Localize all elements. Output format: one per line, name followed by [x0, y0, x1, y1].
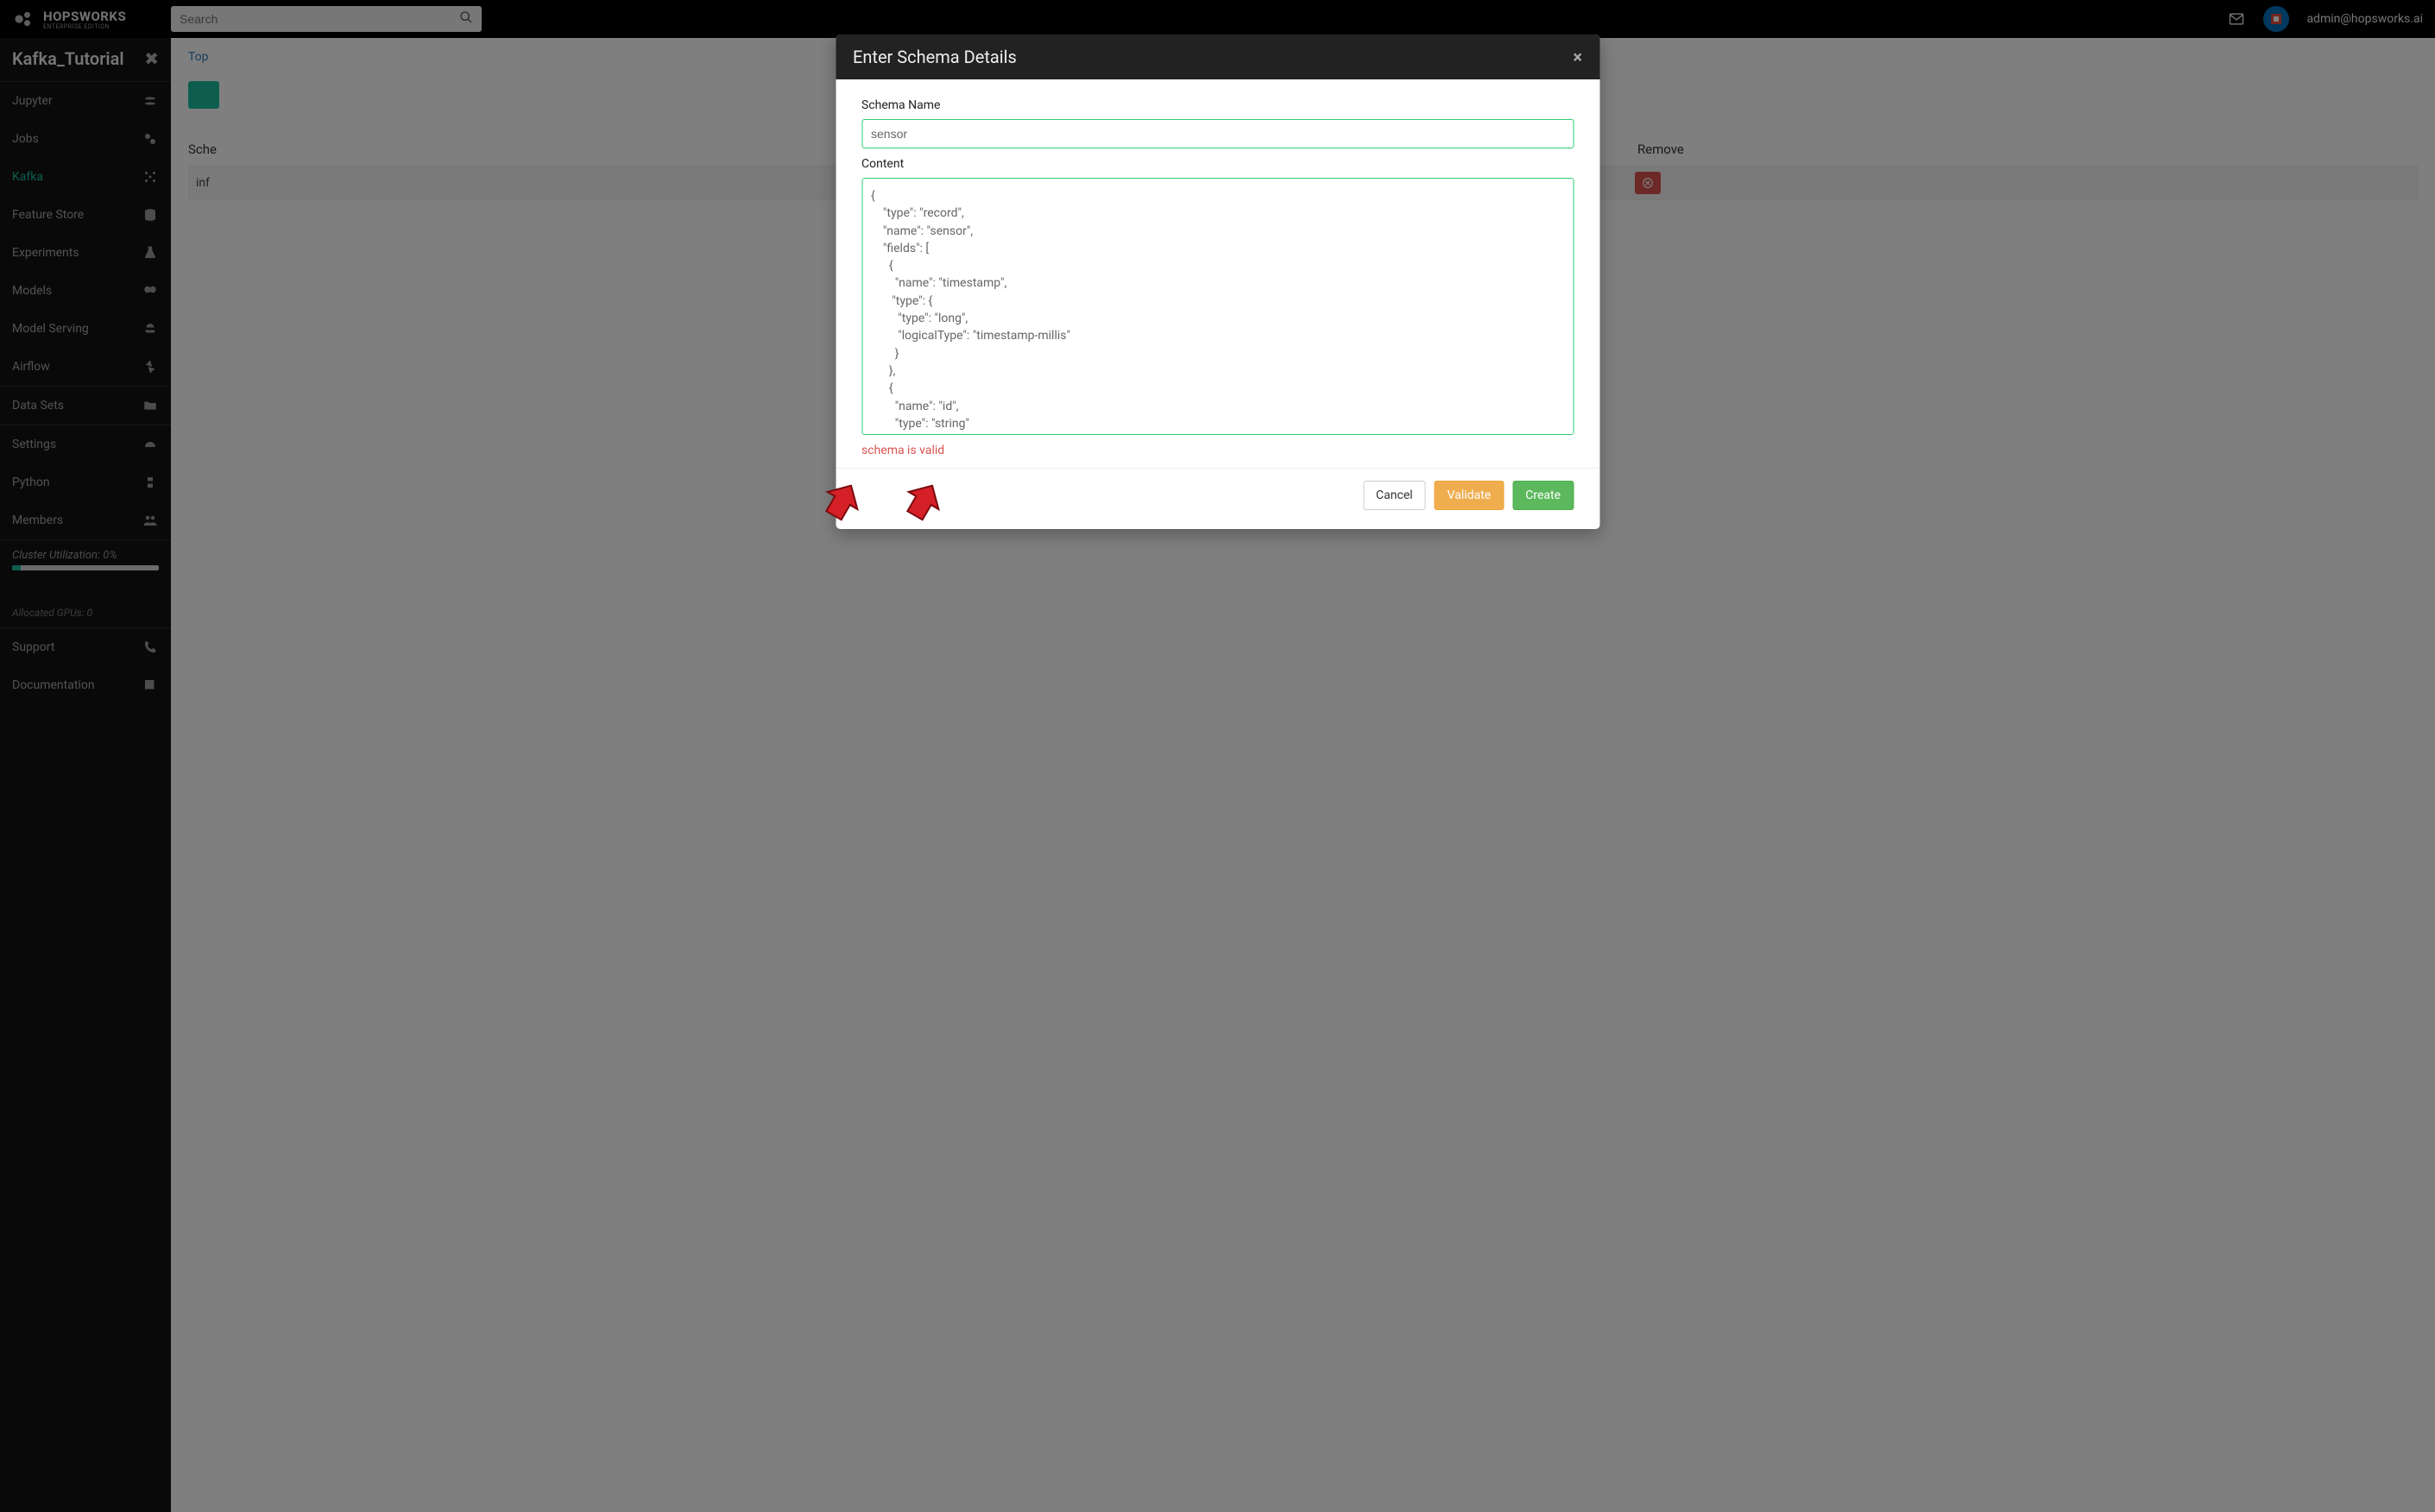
create-button-label: Create	[1525, 488, 1561, 502]
modal-body: Schema Name Content schema is valid	[836, 79, 1599, 468]
close-icon[interactable]: ×	[1573, 47, 1582, 67]
validate-button[interactable]: Validate	[1435, 481, 1505, 510]
schema-name-label: Schema Name	[861, 98, 1574, 112]
modal-footer: Cancel Validate Create	[836, 468, 1599, 529]
modal-title: Enter Schema Details	[853, 47, 1017, 67]
schema-name-input[interactable]	[861, 119, 1574, 148]
validate-button-label: Validate	[1448, 488, 1492, 502]
schema-details-modal: Enter Schema Details × Schema Name Conte…	[836, 35, 1599, 529]
modal-header: Enter Schema Details ×	[836, 35, 1599, 79]
content-textarea[interactable]	[861, 178, 1574, 435]
validation-message: schema is valid	[861, 444, 1574, 457]
create-button[interactable]: Create	[1512, 481, 1574, 510]
cancel-button-label: Cancel	[1376, 488, 1413, 502]
content-label: Content	[861, 157, 1574, 171]
cancel-button[interactable]: Cancel	[1363, 481, 1426, 510]
